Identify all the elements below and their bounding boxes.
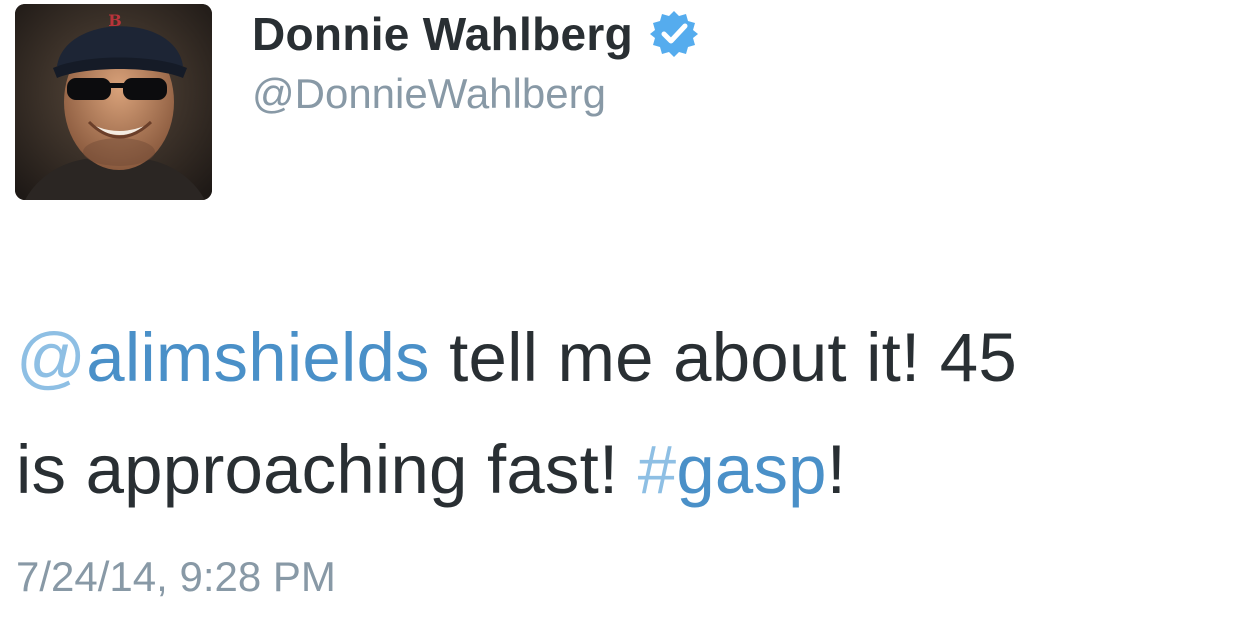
avatar-image: B — [15, 4, 212, 200]
tweet-text: @alimshields tell me about it! 45 is appr… — [16, 302, 1236, 526]
author-name-row: Donnie Wahlberg — [252, 4, 699, 64]
author-display-name[interactable]: Donnie Wahlberg — [252, 7, 633, 61]
svg-text:B: B — [108, 11, 122, 30]
verified-badge-icon — [649, 9, 699, 59]
author-handle[interactable]: @DonnieWahlberg — [252, 70, 606, 118]
hashtag-sign: # — [637, 431, 677, 508]
tweet-timestamp[interactable]: 7/24/14, 9:28 PM — [16, 553, 336, 601]
tweet-text-part3: ! — [826, 431, 847, 508]
avatar[interactable]: B — [15, 4, 212, 200]
hashtag-name: gasp — [676, 431, 827, 508]
hashtag-link[interactable]: #gasp — [638, 431, 827, 508]
tweet-text-part2: is approaching fast! — [16, 431, 638, 508]
mention-at-sign: @ — [16, 319, 87, 396]
mention-username: alimshields — [86, 319, 430, 396]
tweet-text-part1: tell me about it! 45 — [429, 319, 1017, 396]
mention-link[interactable]: @alimshields — [16, 319, 430, 396]
tweet-card: B Donnie Wahlberg @DonnieWahlberg @alims… — [0, 0, 1252, 626]
